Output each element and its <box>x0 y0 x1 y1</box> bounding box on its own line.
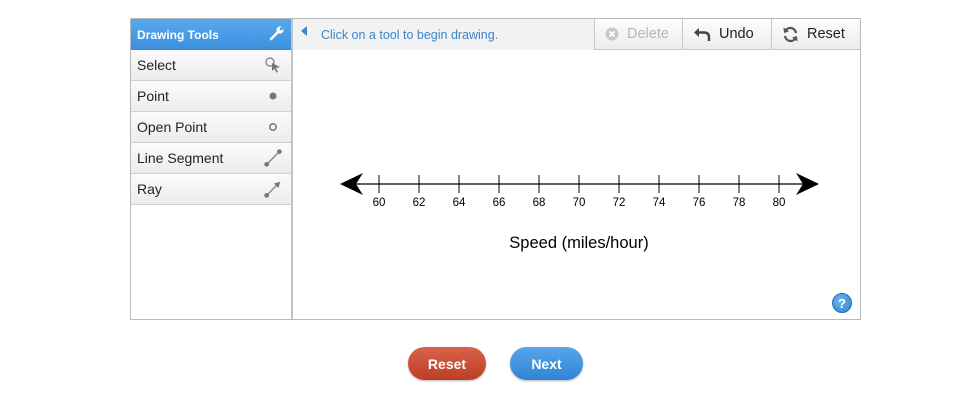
next-label: Next <box>531 355 562 372</box>
tool-line-segment[interactable]: Line Segment <box>131 143 291 174</box>
graphing-widget: Drawing Tools Select Point Open Point Li… <box>130 18 861 320</box>
tool-select[interactable]: Select <box>131 50 291 81</box>
tick-label: 74 <box>653 197 666 209</box>
tick-label: 80 <box>773 197 786 209</box>
tool-label: Line Segment <box>137 150 224 166</box>
next-button[interactable]: Next <box>510 347 583 380</box>
instruction-text: Click on a tool to begin drawing. <box>321 27 499 42</box>
number-line: 60 62 64 66 68 70 72 74 76 78 80 Speed (miles/hour) <box>340 173 819 252</box>
ray-icon <box>263 179 283 199</box>
wrench-icon <box>269 25 285 44</box>
closed-point-icon <box>263 86 283 106</box>
undo-button[interactable]: Undo <box>682 19 771 50</box>
drawing-tools-title: Drawing Tools <box>137 27 219 42</box>
delete-label: Delete <box>627 26 669 42</box>
reset-label: Reset <box>427 355 467 372</box>
help-icon[interactable]: ? <box>832 293 852 313</box>
tick-label: 76 <box>693 197 706 209</box>
line-segment-icon <box>263 148 283 168</box>
reset-button[interactable]: Reset <box>408 347 486 380</box>
tick-label: 62 <box>413 197 426 209</box>
tool-label: Ray <box>137 181 162 197</box>
delete-icon <box>605 27 619 41</box>
drawing-canvas[interactable]: 60 62 64 66 68 70 72 74 76 78 80 Speed (miles/hour)… <box>293 50 860 319</box>
undo-label: Undo <box>719 26 754 42</box>
top-toolbar: Click on a tool to begin drawing. Delete… <box>293 19 860 50</box>
tick-label: 68 <box>533 197 546 209</box>
undo-icon <box>693 26 711 42</box>
tool-label: Open Point <box>137 119 208 135</box>
delete-button[interactable]: Delete <box>594 19 682 50</box>
refresh-icon <box>782 26 799 43</box>
tool-sidebar: Drawing Tools Select Point Open Point Li… <box>131 19 293 319</box>
toolbar-reset-button[interactable]: Reset <box>771 19 860 50</box>
toolbar-reset-label: Reset <box>807 26 845 42</box>
tick-label: 60 <box>373 197 386 209</box>
open-point-icon <box>263 117 283 137</box>
tick-label: 64 <box>453 197 466 209</box>
tool-point[interactable]: Point <box>131 81 291 112</box>
tick-label: 78 <box>733 197 746 209</box>
instruction-bar: Click on a tool to begin drawing. <box>293 19 594 50</box>
number-line-group: 60 62 64 66 68 70 72 74 76 78 80 Speed (miles/hour) <box>340 173 819 252</box>
drawing-tools-header: Drawing Tools <box>131 19 291 50</box>
tool-label: Select <box>137 57 176 73</box>
tool-label: Point <box>137 88 169 104</box>
axis-label: Speed (miles/hour) <box>509 234 648 252</box>
tool-open-point[interactable]: Open Point <box>131 112 291 143</box>
help-label: ? <box>838 295 846 311</box>
select-cursor-icon <box>263 55 283 75</box>
tool-ray[interactable]: Ray <box>131 174 291 205</box>
tick-label: 70 <box>573 197 586 209</box>
collapse-arrow-icon[interactable] <box>301 25 307 36</box>
tick-label: 66 <box>493 197 506 209</box>
tick-label: 72 <box>613 197 626 209</box>
